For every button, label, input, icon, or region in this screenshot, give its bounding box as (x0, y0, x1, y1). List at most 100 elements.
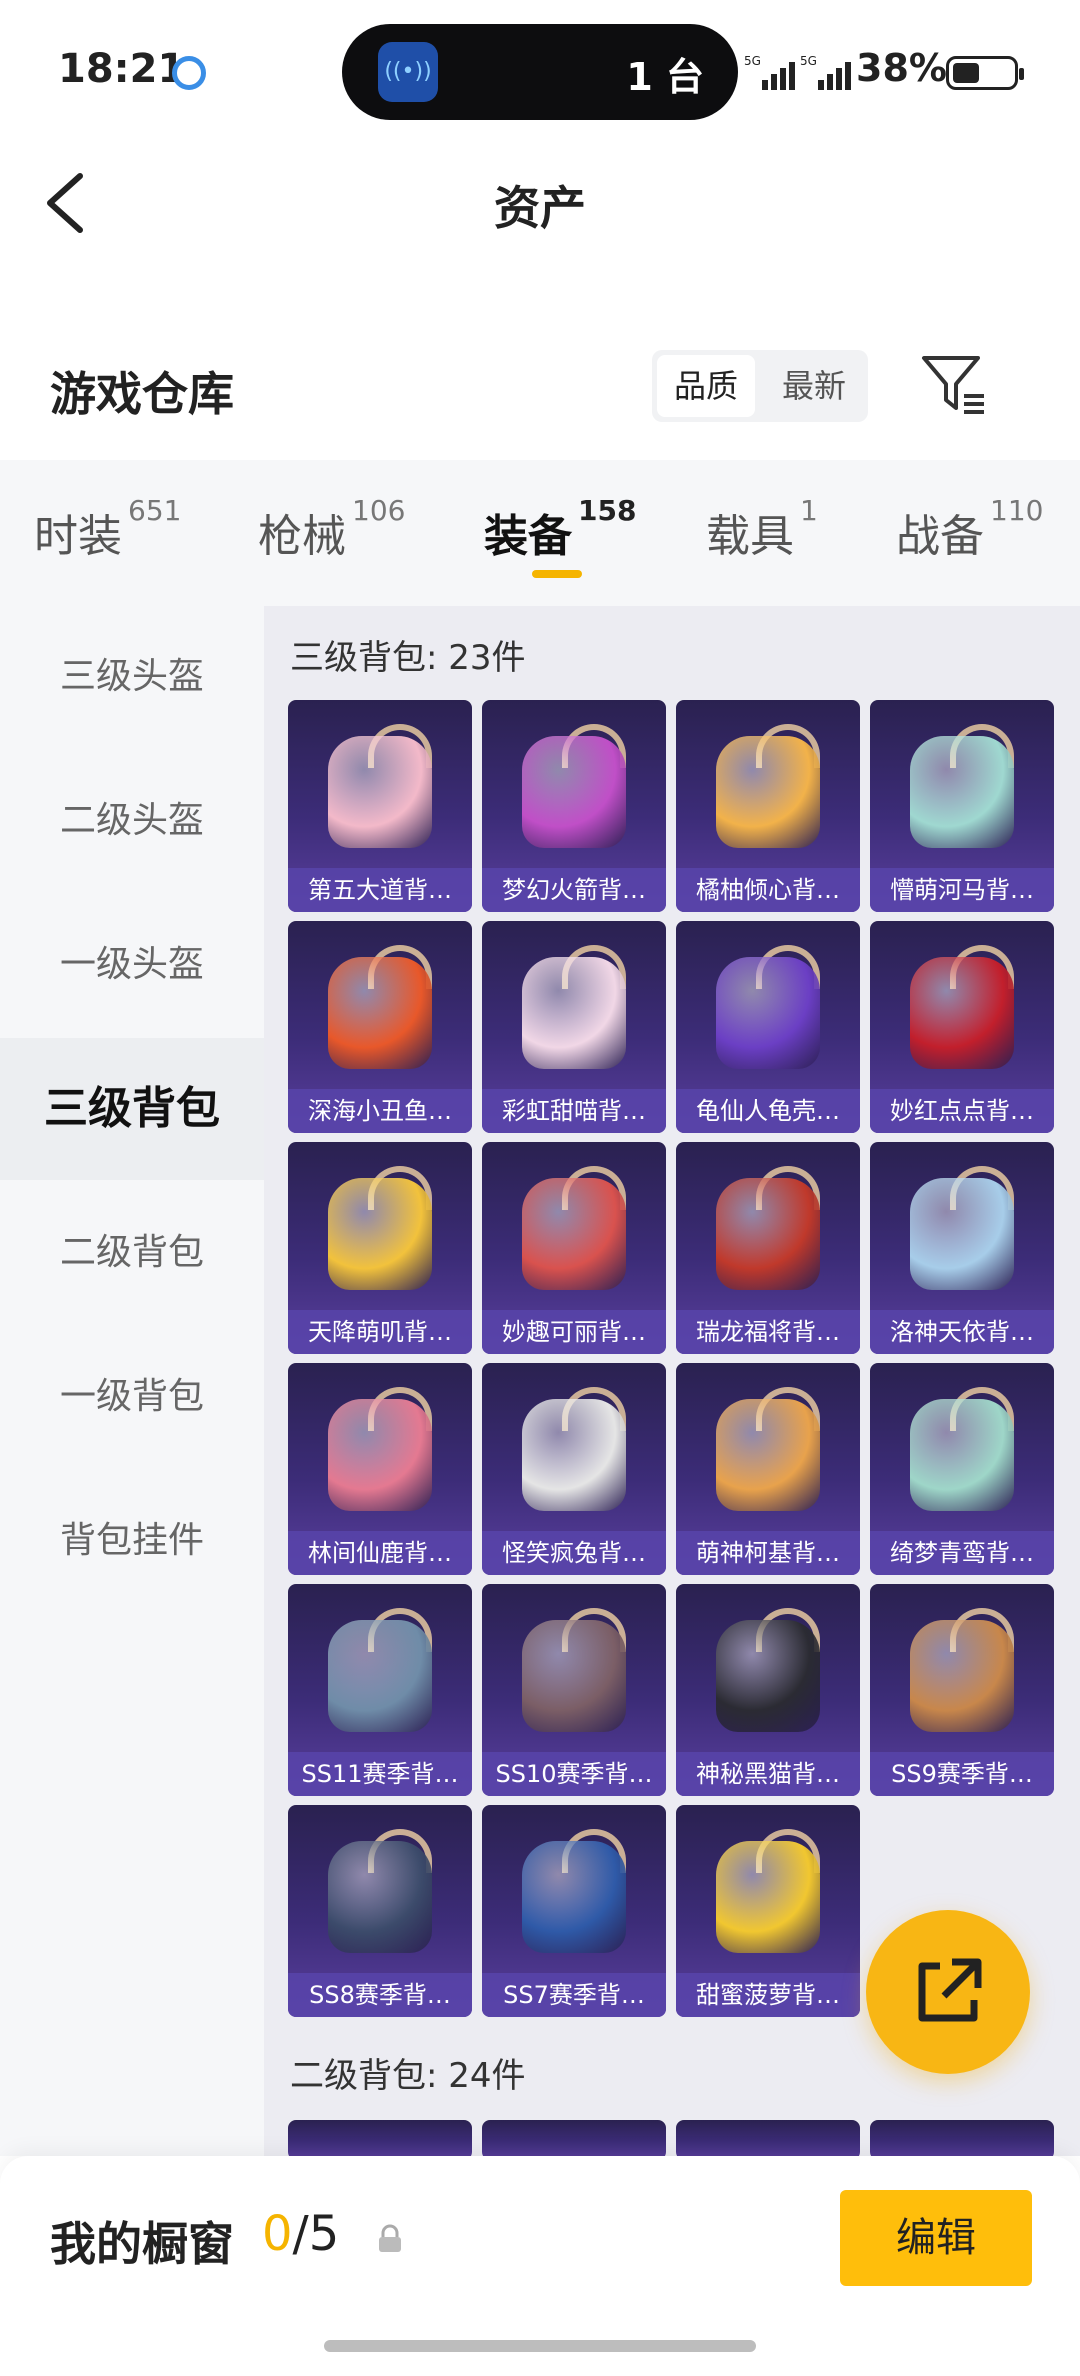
signal-icon-1 (762, 56, 795, 90)
item-name: 懵萌河马背… (870, 868, 1054, 912)
item-card[interactable]: SS11赛季背… (288, 1584, 472, 1796)
backpack-image (716, 1399, 820, 1511)
item-card[interactable]: SS9赛季背… (870, 1584, 1054, 1796)
sidebar-item-helmet-2[interactable]: 二级头盔 (0, 750, 264, 892)
backpack-image (716, 1841, 820, 1953)
sidebar-item-helmet-1[interactable]: 一级头盔 (0, 894, 264, 1036)
section-title-backpack-3: 三级背包: 23件 (290, 638, 526, 678)
backpack-image (328, 736, 432, 848)
backpack-image (522, 957, 626, 1069)
share-icon (918, 1958, 982, 2022)
item-card[interactable]: SS10赛季背… (482, 1584, 666, 1796)
lock-icon (379, 2224, 401, 2252)
showcase-label: 我的橱窗 (50, 2217, 234, 2271)
item-card[interactable]: 洛神天依背… (870, 1142, 1054, 1354)
backpack-image (716, 736, 820, 848)
backpack-image (910, 1178, 1014, 1290)
backpack-image (522, 1178, 626, 1290)
active-tab-indicator (532, 570, 582, 578)
category-tabs: 时装651 枪械106 装备158 载具1 战备110 (0, 460, 1080, 606)
item-name: 龟仙人龟壳… (676, 1089, 860, 1133)
warehouse-title: 游戏仓库 (50, 367, 234, 421)
item-card[interactable]: 彩虹甜喵背… (482, 921, 666, 1133)
page-title: 资产 (494, 181, 586, 235)
backpack-image (716, 957, 820, 1069)
signal-label-1: 5G (744, 54, 761, 68)
tab-firearms[interactable]: 枪械106 (258, 494, 405, 564)
dynamic-island[interactable]: ((•)) 1 台 (342, 24, 738, 120)
item-card[interactable]: 怪笑疯兔背… (482, 1363, 666, 1575)
backpack-image (522, 1399, 626, 1511)
item-name: SS11赛季背… (288, 1752, 472, 1796)
item-card[interactable]: 天降萌叽背… (288, 1142, 472, 1354)
item-card[interactable]: 神秘黑猫背… (676, 1584, 860, 1796)
item-name: 第五大道背… (288, 868, 472, 912)
item-card[interactable] (870, 2120, 1054, 2156)
item-name: SS7赛季背… (482, 1973, 666, 2017)
item-card[interactable]: 绮梦青鸾背… (870, 1363, 1054, 1575)
item-name: SS9赛季背… (870, 1752, 1054, 1796)
backpack-image (910, 736, 1014, 848)
battery-percent: 38% (856, 46, 947, 90)
item-card[interactable] (676, 2120, 860, 2156)
item-name: 天降萌叽背… (288, 1310, 472, 1354)
backpack-image (328, 1841, 432, 1953)
tab-vehicles[interactable]: 载具1 (706, 494, 818, 564)
backpack-image (910, 957, 1014, 1069)
backpack-image (716, 1178, 820, 1290)
tab-fashion[interactable]: 时装651 (34, 494, 181, 564)
backpack-image (910, 1620, 1014, 1732)
signal-label-2: 5G (800, 54, 817, 68)
island-count: 1 台 (626, 55, 704, 99)
item-name: 怪笑疯兔背… (482, 1531, 666, 1575)
backpack-image (910, 1399, 1014, 1511)
backpack-image (522, 1841, 626, 1953)
item-name: 妙红点点背… (870, 1089, 1054, 1133)
item-card[interactable]: 第五大道背… (288, 700, 472, 912)
battery-icon (946, 56, 1024, 90)
sidebar-item-backpack-2[interactable]: 二级背包 (0, 1182, 264, 1324)
item-name: 萌神柯基背… (676, 1531, 860, 1575)
item-card[interactable] (288, 2120, 472, 2156)
tab-supplies[interactable]: 战备110 (896, 494, 1043, 564)
edit-button[interactable]: 编辑 (840, 2190, 1032, 2286)
filter-button[interactable] (920, 354, 988, 418)
item-card[interactable]: 萌神柯基背… (676, 1363, 860, 1575)
section-title-backpack-2: 二级背包: 24件 (290, 2056, 526, 2096)
backpack-image (522, 736, 626, 848)
home-indicator[interactable] (324, 2340, 756, 2352)
item-name: 妙趣可丽背… (482, 1310, 666, 1354)
share-button[interactable] (866, 1910, 1030, 2074)
item-name: 彩虹甜喵背… (482, 1089, 666, 1133)
sidebar-item-helmet-3[interactable]: 三级头盔 (0, 606, 264, 748)
item-card[interactable]: 甜蜜菠萝背… (676, 1805, 860, 2017)
item-card[interactable]: 深海小丑鱼… (288, 921, 472, 1133)
sidebar: 三级头盔 二级头盔 一级头盔 三级背包 二级背包 一级背包 背包挂件 (0, 606, 264, 2156)
tab-equipment[interactable]: 装备158 (484, 494, 636, 564)
sort-quality-button[interactable]: 品质 (657, 355, 755, 417)
item-card[interactable]: 龟仙人龟壳… (676, 921, 860, 1133)
sort-latest-button[interactable]: 最新 (765, 355, 863, 417)
app-notification-icon (172, 56, 206, 90)
item-name: 深海小丑鱼… (288, 1089, 472, 1133)
item-name: 梦幻火箭背… (482, 868, 666, 912)
item-card[interactable]: 懵萌河马背… (870, 700, 1054, 912)
item-card[interactable]: SS7赛季背… (482, 1805, 666, 2017)
backpack-image (328, 1178, 432, 1290)
item-card[interactable]: 妙趣可丽背… (482, 1142, 666, 1354)
item-card[interactable] (482, 2120, 666, 2156)
backpack-image (328, 1399, 432, 1511)
sidebar-item-backpack-1[interactable]: 一级背包 (0, 1326, 264, 1468)
item-card[interactable]: 妙红点点背… (870, 921, 1054, 1133)
signal-icon-2 (818, 56, 851, 90)
filter-icon (922, 356, 984, 414)
item-card[interactable]: 橘柚倾心背… (676, 700, 860, 912)
item-card[interactable]: SS8赛季背… (288, 1805, 472, 2017)
item-card[interactable]: 梦幻火箭背… (482, 700, 666, 912)
item-name: 洛神天依背… (870, 1310, 1054, 1354)
item-card[interactable]: 瑞龙福将背… (676, 1142, 860, 1354)
sidebar-item-backpack-3[interactable]: 三级背包 (0, 1038, 264, 1180)
sidebar-item-pendant[interactable]: 背包挂件 (0, 1470, 264, 1612)
item-name: 瑞龙福将背… (676, 1310, 860, 1354)
item-card[interactable]: 林间仙鹿背… (288, 1363, 472, 1575)
